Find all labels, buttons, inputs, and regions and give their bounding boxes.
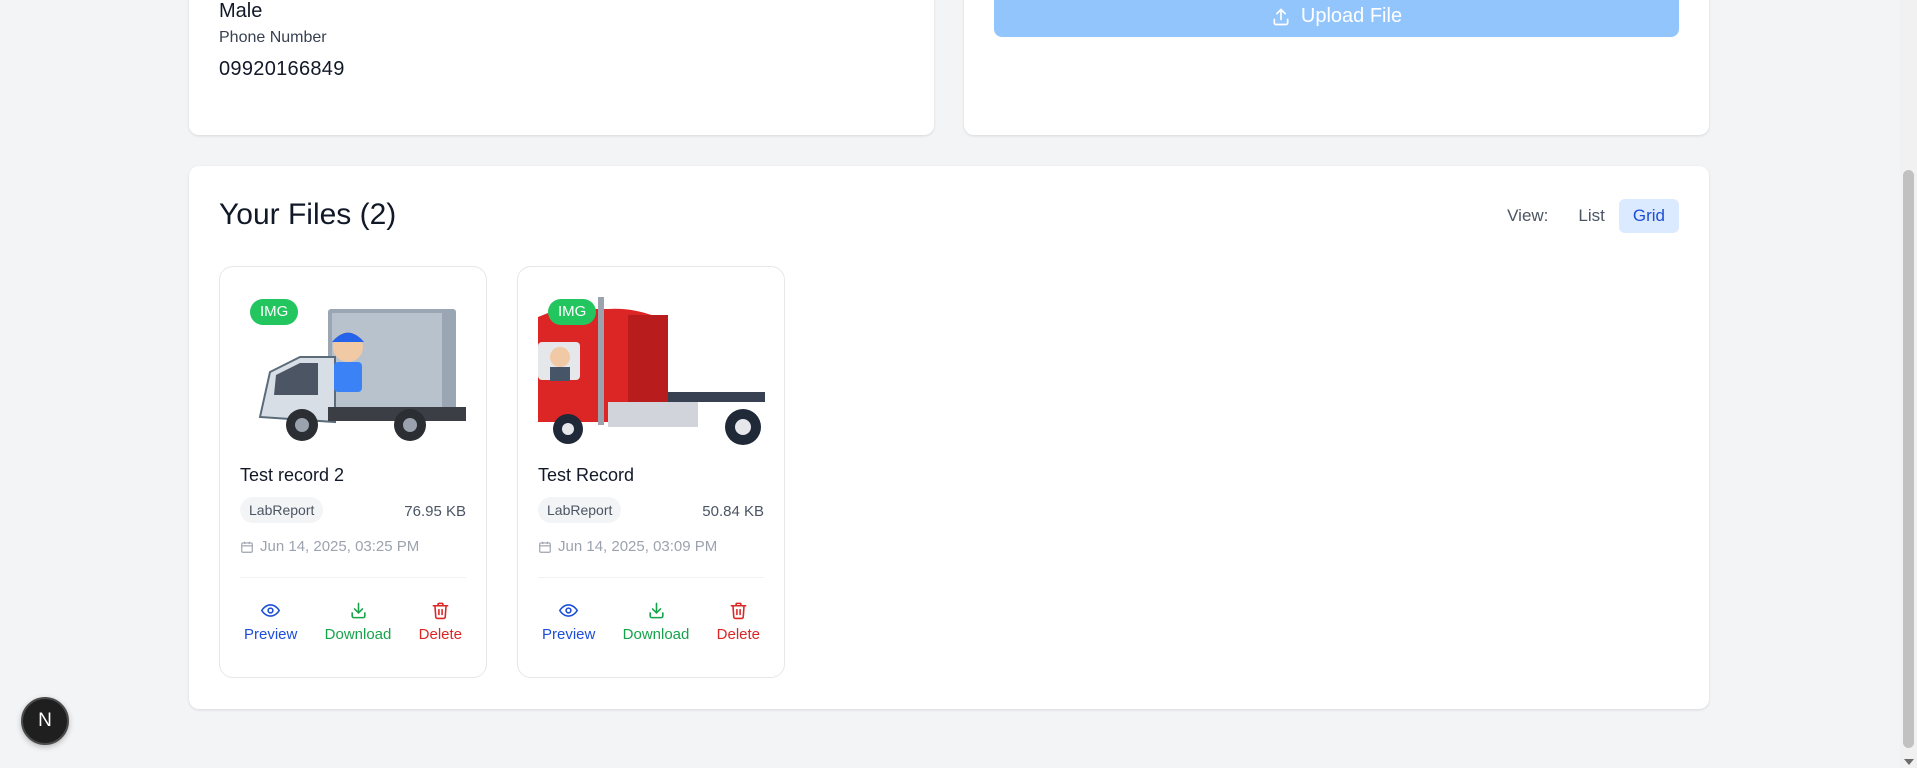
download-label: Download bbox=[622, 626, 690, 643]
vertical-scrollbar[interactable] bbox=[1900, 0, 1917, 768]
file-type-badge: IMG bbox=[548, 299, 597, 325]
trash-icon bbox=[730, 602, 747, 620]
file-name: Test record 2 bbox=[240, 465, 345, 485]
divider bbox=[538, 577, 764, 578]
profile-card: Male Phone Number 09920166849 bbox=[189, 0, 934, 135]
upload-icon bbox=[1273, 8, 1289, 25]
download-icon bbox=[648, 602, 664, 619]
file-category-badge: LabReport bbox=[538, 497, 622, 523]
scroll-down-arrow-icon[interactable] bbox=[1904, 759, 1914, 765]
file-name: Test Record bbox=[538, 465, 635, 485]
file-card: IMG Test Record LabReport 50.84 KB Jun 1… bbox=[517, 266, 785, 678]
download-icon bbox=[350, 602, 366, 619]
view-list-button[interactable]: List bbox=[1564, 199, 1618, 233]
upload-card: Upload File bbox=[964, 0, 1709, 135]
file-size: 76.95 KB bbox=[404, 503, 466, 520]
preview-button[interactable]: Preview bbox=[244, 601, 297, 643]
file-actions: Preview Download Delete bbox=[240, 601, 466, 643]
download-button[interactable]: Download bbox=[622, 601, 690, 643]
file-actions: Preview Download Delete bbox=[538, 601, 764, 643]
nextjs-dev-badge[interactable]: N bbox=[21, 697, 69, 745]
delete-button[interactable]: Delete bbox=[419, 601, 462, 643]
trash-icon bbox=[432, 602, 449, 620]
eye-icon bbox=[261, 604, 281, 617]
download-label: Download bbox=[324, 626, 392, 643]
gender-value: Male bbox=[219, 0, 263, 22]
scrollbar-thumb[interactable] bbox=[1903, 170, 1914, 748]
delete-label: Delete bbox=[716, 626, 760, 643]
files-title: Your Files (2) bbox=[219, 198, 397, 231]
file-size: 50.84 KB bbox=[702, 503, 764, 520]
file-type-badge: IMG bbox=[250, 299, 299, 325]
eye-icon bbox=[559, 604, 579, 617]
divider bbox=[240, 577, 466, 578]
delete-button[interactable]: Delete bbox=[717, 601, 760, 643]
download-button[interactable]: Download bbox=[324, 601, 392, 643]
preview-label: Preview bbox=[244, 626, 298, 643]
file-date-text: Jun 14, 2025, 03:25 PM bbox=[260, 538, 420, 555]
phone-label: Phone Number bbox=[219, 29, 327, 46]
file-date: Jun 14, 2025, 03:09 PM bbox=[538, 538, 717, 555]
calendar-icon bbox=[241, 541, 253, 553]
view-label: View: bbox=[1507, 206, 1549, 225]
preview-button[interactable]: Preview bbox=[542, 601, 595, 643]
file-date: Jun 14, 2025, 03:25 PM bbox=[240, 538, 419, 555]
view-switch: View: List Grid bbox=[1507, 198, 1679, 234]
phone-value: 09920166849 bbox=[219, 58, 345, 80]
upload-file-button[interactable]: Upload File bbox=[994, 0, 1679, 37]
page: Male Phone Number 09920166849 Upload Fil… bbox=[0, 0, 1917, 768]
files-card: Your Files (2) View: List Grid IMG Test … bbox=[189, 166, 1709, 709]
upload-file-label: Upload File bbox=[1300, 5, 1403, 27]
file-date-text: Jun 14, 2025, 03:09 PM bbox=[558, 538, 718, 555]
file-card: IMG Test record 2 LabReport 76.95 KB Jun… bbox=[219, 266, 487, 678]
delete-label: Delete bbox=[418, 626, 462, 643]
view-grid-button[interactable]: Grid bbox=[1618, 199, 1679, 233]
calendar-icon bbox=[539, 541, 551, 553]
file-category-badge: LabReport bbox=[240, 497, 324, 523]
preview-label: Preview bbox=[542, 626, 596, 643]
